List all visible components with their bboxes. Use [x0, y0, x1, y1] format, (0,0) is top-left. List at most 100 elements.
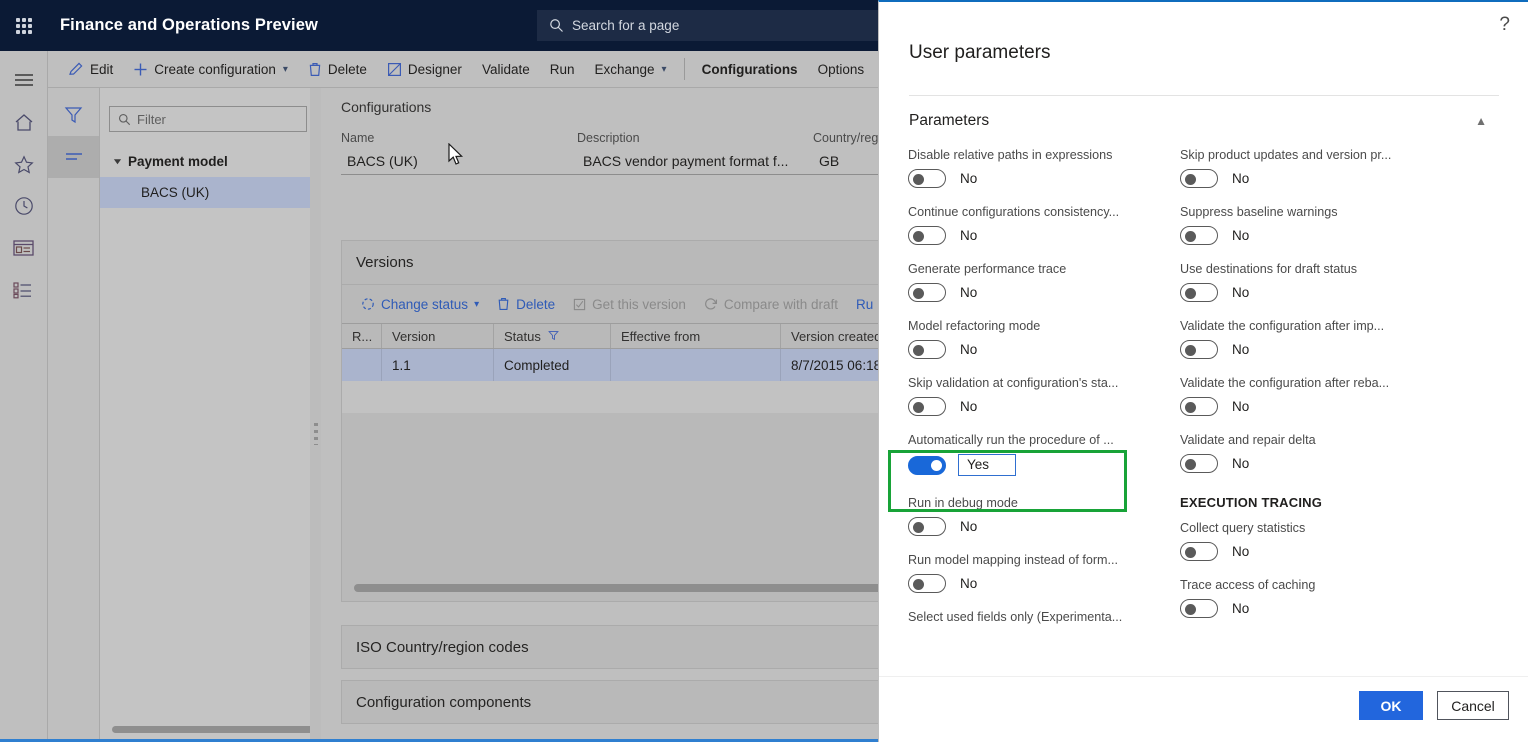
list-view-icon[interactable]	[48, 136, 99, 178]
tree-node-payment-model[interactable]: Payment model	[100, 146, 316, 177]
param-trace-access-of-caching: Trace access of caching No	[1180, 578, 1460, 618]
filter-input[interactable]: Filter	[109, 106, 307, 132]
compare-with-draft-label: Compare with draft	[723, 296, 838, 312]
app-title: Finance and Operations Preview	[60, 16, 318, 34]
column-header-r[interactable]: R...	[342, 324, 382, 348]
param-collect-query-statistics: Collect query statistics No	[1180, 521, 1460, 561]
param-value: No	[1232, 601, 1250, 616]
compare-icon	[704, 297, 718, 311]
configuration-tree-panel: Filter Payment model BACS (UK)	[100, 88, 347, 742]
left-rail	[0, 51, 48, 742]
pencil-icon	[68, 61, 84, 77]
toggle-switch[interactable]	[1180, 169, 1218, 188]
panel-splitter[interactable]	[310, 88, 321, 742]
param-value: No	[960, 171, 978, 186]
toggle-switch[interactable]	[908, 517, 946, 536]
version-delete-button[interactable]: Delete	[488, 297, 564, 312]
toggle-switch[interactable]	[1180, 542, 1218, 561]
toggle-switch[interactable]	[1180, 397, 1218, 416]
chevron-down-icon: ▾	[282, 63, 288, 75]
param-label: Validate and repair delta	[1180, 433, 1316, 447]
delete-button[interactable]: Delete	[298, 51, 377, 88]
dialog-title: User parameters	[909, 42, 1051, 63]
tab-options[interactable]: Options	[808, 51, 875, 88]
designer-icon	[387, 62, 402, 77]
param-label: Continue configurations consistency...	[908, 205, 1120, 219]
column-header-effective-from[interactable]: Effective from	[611, 324, 781, 348]
execution-tracing-header: EXECUTION TRACING	[1180, 495, 1323, 510]
home-icon[interactable]	[0, 101, 48, 143]
param-suppress-baseline-warnings: Suppress baseline warnings No	[1180, 205, 1460, 245]
param-model-refactoring-mode: Model refactoring mode No	[908, 319, 1188, 359]
toggle-switch[interactable]	[1180, 454, 1218, 473]
ok-button[interactable]: OK	[1359, 691, 1423, 720]
list-icon[interactable]	[0, 269, 48, 311]
toggle-switch[interactable]	[1180, 226, 1218, 245]
highlight-annotation-box	[888, 450, 1127, 512]
search-input[interactable]: Search for a page	[537, 10, 878, 41]
toggle-switch[interactable]	[908, 169, 946, 188]
validate-label: Validate	[481, 61, 530, 77]
caret-expanded-icon[interactable]	[110, 155, 124, 169]
param-value: No	[1232, 342, 1250, 357]
parameters-left-column: Disable relative paths in expressions No…	[908, 148, 1188, 641]
param-label: Suppress baseline warnings	[1180, 205, 1338, 219]
param-validate-configuration-after-import: Validate the configuration after imp... …	[1180, 319, 1460, 359]
toggle-switch[interactable]	[908, 226, 946, 245]
create-configuration-button[interactable]: Create configuration ▾	[123, 51, 298, 88]
version-run-button[interactable]: Ru	[847, 297, 882, 312]
toggle-switch[interactable]	[1180, 340, 1218, 359]
field-description: Description BACS vendor payment format f…	[577, 131, 813, 175]
cell-status: Completed	[494, 349, 611, 381]
parameters-section-header[interactable]: Parameters ▲	[909, 108, 1499, 134]
param-label: Collect query statistics	[1180, 521, 1306, 535]
splitter-grip-icon	[314, 423, 318, 445]
run-button[interactable]: Run	[540, 51, 585, 88]
toggle-switch[interactable]	[908, 340, 946, 359]
filter-icon[interactable]	[48, 94, 99, 136]
param-label: Disable relative paths in expressions	[908, 148, 1113, 162]
refresh-icon	[361, 297, 375, 311]
field-description-value[interactable]: BACS vendor payment format f...	[577, 151, 813, 175]
toggle-switch[interactable]	[908, 574, 946, 593]
parameters-right-column: Skip product updates and version pr... N…	[1180, 148, 1460, 635]
param-label: Skip validation at configuration's sta..…	[908, 376, 1119, 390]
hamburger-icon[interactable]	[0, 59, 48, 101]
tree-node-bacs-uk[interactable]: BACS (UK)	[100, 177, 316, 208]
param-run-model-mapping-instead-of-form: Run model mapping instead of form... No	[908, 553, 1188, 593]
cancel-button[interactable]: Cancel	[1437, 691, 1509, 720]
toggle-switch[interactable]	[908, 397, 946, 416]
tab-configurations-label: Configurations	[701, 61, 798, 77]
version-delete-label: Delete	[516, 296, 556, 312]
workspace-icon[interactable]	[0, 227, 48, 269]
column-header-version[interactable]: Version	[382, 324, 494, 348]
chevron-down-icon: ▾	[474, 298, 480, 310]
version-run-label: Ru	[855, 296, 874, 312]
param-value: No	[960, 519, 978, 534]
param-label: Automatically run the procedure of ...	[908, 433, 1114, 447]
chevron-up-icon[interactable]: ▲	[1475, 114, 1487, 128]
param-label: Generate performance trace	[908, 262, 1067, 276]
help-icon[interactable]: ?	[1499, 14, 1510, 36]
exchange-button[interactable]: Exchange ▾	[585, 51, 677, 88]
change-status-button[interactable]: Change status ▾	[352, 297, 488, 312]
toggle-switch[interactable]	[908, 283, 946, 302]
search-placeholder-text: Search for a page	[572, 18, 680, 33]
designer-button[interactable]: Designer	[377, 51, 472, 88]
compare-with-draft-button[interactable]: Compare with draft	[695, 297, 847, 312]
filter-icon[interactable]	[548, 329, 559, 344]
app-launcher-icon[interactable]	[0, 0, 48, 51]
validate-button[interactable]: Validate	[472, 51, 540, 88]
cell-version: 1.1	[382, 349, 494, 381]
get-this-version-button[interactable]: Get this version	[564, 297, 695, 312]
column-header-status[interactable]: Status	[494, 324, 611, 348]
star-icon[interactable]	[0, 143, 48, 185]
toggle-switch[interactable]	[1180, 599, 1218, 618]
param-value: No	[960, 342, 978, 357]
clock-icon[interactable]	[0, 185, 48, 227]
tab-configurations[interactable]: Configurations	[692, 51, 808, 88]
get-this-version-label: Get this version	[592, 296, 686, 312]
param-disable-relative-paths: Disable relative paths in expressions No	[908, 148, 1188, 188]
edit-button[interactable]: Edit	[58, 51, 123, 88]
toggle-switch[interactable]	[1180, 283, 1218, 302]
